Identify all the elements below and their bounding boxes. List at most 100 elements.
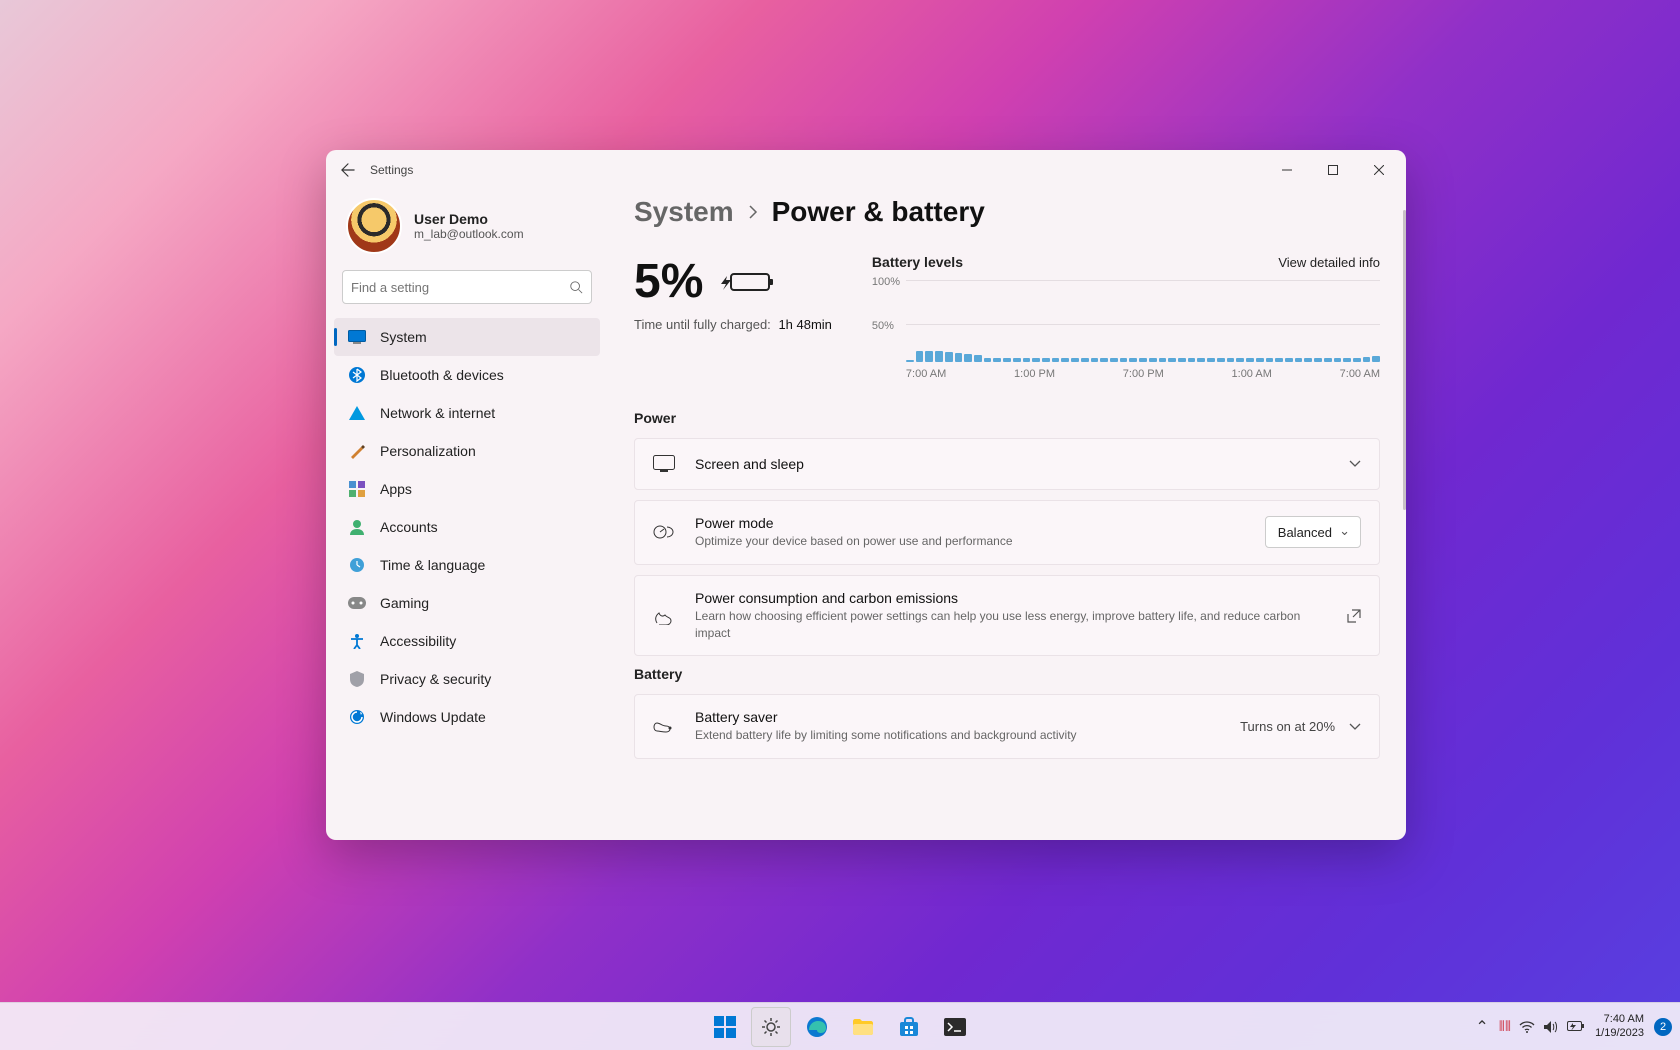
page-title: Power & battery	[772, 196, 985, 228]
card-screen-sleep[interactable]: Screen and sleep	[634, 438, 1380, 490]
sidebar-item-bluetooth[interactable]: Bluetooth & devices	[334, 356, 600, 394]
chart-bar	[1266, 358, 1274, 362]
chart-bar	[1314, 358, 1322, 362]
avatar	[346, 198, 402, 254]
sidebar-item-label: Time & language	[380, 557, 485, 573]
user-email: m_lab@outlook.com	[414, 227, 524, 241]
sidebar-item-personalization[interactable]: Personalization	[334, 432, 600, 470]
sidebar-item-label: Personalization	[380, 443, 476, 459]
battery-percent: 5%	[634, 254, 703, 309]
system-icon	[348, 328, 366, 346]
chart-bar	[1178, 358, 1186, 362]
main-content: System Power & battery 5% Time	[608, 190, 1406, 840]
taskbar: ⌃ ⦀⦀ 7:40 AM 1/19/2023 2	[0, 1002, 1680, 1050]
chart-bar	[1246, 358, 1254, 362]
folder-icon	[852, 1018, 874, 1036]
tray-overflow[interactable]: ⌃	[1475, 1017, 1488, 1037]
chart-bar	[1275, 358, 1283, 362]
taskbar-terminal[interactable]	[935, 1007, 975, 1047]
personalization-icon	[348, 442, 366, 460]
chart-bar	[1324, 358, 1332, 362]
sidebar-item-accessibility[interactable]: Accessibility	[334, 622, 600, 660]
windows-icon	[714, 1016, 736, 1038]
x-tick: 7:00 AM	[906, 368, 946, 380]
window-body: User Demo m_lab@outlook.com System Bluet…	[326, 190, 1406, 840]
chart-bars	[906, 280, 1380, 362]
wifi-icon[interactable]	[1519, 1021, 1535, 1033]
card-power-mode[interactable]: Power mode Optimize your device based on…	[634, 500, 1380, 565]
sidebar-item-apps[interactable]: Apps	[334, 470, 600, 508]
back-button[interactable]	[330, 152, 366, 188]
taskbar-store[interactable]	[889, 1007, 929, 1047]
maximize-icon	[1328, 165, 1338, 175]
charge-time-row: Time until fully charged: 1h 48min	[634, 317, 832, 332]
x-tick: 1:00 PM	[1014, 368, 1055, 380]
sidebar-item-time[interactable]: Time & language	[334, 546, 600, 584]
sidebar-item-label: Accounts	[380, 519, 438, 535]
taskbar-settings[interactable]	[751, 1007, 791, 1047]
sidebar-item-accounts[interactable]: Accounts	[334, 508, 600, 546]
breadcrumb-parent[interactable]: System	[634, 196, 734, 228]
maximize-button[interactable]	[1310, 150, 1356, 190]
chart-detail-link[interactable]: View detailed info	[1278, 255, 1380, 270]
arrow-left-icon	[341, 163, 355, 177]
screen-sleep-icon	[653, 453, 675, 475]
chart-bar	[1042, 358, 1050, 362]
notification-badge[interactable]: 2	[1654, 1018, 1672, 1036]
taskbar-edge[interactable]	[797, 1007, 837, 1047]
search-input[interactable]	[351, 280, 569, 295]
card-carbon-emissions[interactable]: Power consumption and carbon emissions L…	[634, 575, 1380, 657]
sidebar-item-system[interactable]: System	[334, 318, 600, 356]
minimize-icon	[1282, 165, 1292, 175]
power-mode-select[interactable]: Balanced	[1265, 516, 1361, 548]
chart-bar	[906, 360, 914, 362]
battery-saver-status: Turns on at 20%	[1240, 719, 1335, 734]
chart-bar	[1236, 358, 1244, 362]
section-power: Power	[634, 410, 1380, 426]
tray-clock[interactable]: 7:40 AM 1/19/2023	[1595, 1013, 1644, 1039]
sidebar: User Demo m_lab@outlook.com System Bluet…	[326, 190, 608, 840]
time-icon	[348, 556, 366, 574]
tray-icons[interactable]: ⦀⦀	[1499, 1018, 1585, 1035]
search-icon	[569, 280, 583, 294]
chevron-right-icon	[748, 205, 758, 219]
sidebar-item-update[interactable]: Windows Update	[334, 698, 600, 736]
accessibility-icon	[348, 632, 366, 650]
charge-time-label: Time until fully charged:	[634, 317, 771, 332]
battery-tray-icon[interactable]	[1567, 1021, 1585, 1033]
gear-icon	[760, 1016, 782, 1038]
search-box[interactable]	[342, 270, 592, 304]
chart-bar	[1091, 358, 1099, 362]
card-title: Battery saver	[695, 709, 1220, 725]
apps-icon	[348, 480, 366, 498]
sidebar-item-privacy[interactable]: Privacy & security	[334, 660, 600, 698]
taskbar-explorer[interactable]	[843, 1007, 883, 1047]
tray-app-icon[interactable]: ⦀⦀	[1499, 1018, 1511, 1035]
tray-date: 1/19/2023	[1595, 1027, 1644, 1040]
scrollbar-thumb[interactable]	[1403, 210, 1406, 510]
chart-bar	[1197, 358, 1205, 362]
chart-bar	[1013, 358, 1021, 362]
update-icon	[348, 708, 366, 726]
tray-time: 7:40 AM	[1595, 1013, 1644, 1026]
chart-bar	[1023, 358, 1031, 362]
x-axis-labels: 7:00 AM 1:00 PM 7:00 PM 1:00 AM 7:00 AM	[906, 368, 1380, 380]
user-panel[interactable]: User Demo m_lab@outlook.com	[334, 190, 600, 270]
card-title: Power mode	[695, 515, 1245, 531]
card-battery-saver[interactable]: Battery saver Extend battery life by lim…	[634, 694, 1380, 759]
window-controls	[1264, 150, 1402, 190]
close-button[interactable]	[1356, 150, 1402, 190]
chart-bar	[1081, 358, 1089, 362]
minimize-button[interactable]	[1264, 150, 1310, 190]
start-button[interactable]	[705, 1007, 745, 1047]
sidebar-item-gaming[interactable]: Gaming	[334, 584, 600, 622]
volume-icon[interactable]	[1543, 1020, 1559, 1034]
power-mode-icon	[653, 521, 675, 543]
chart-bar	[935, 351, 943, 362]
sidebar-item-label: System	[380, 329, 427, 345]
sidebar-item-label: Bluetooth & devices	[380, 367, 504, 383]
sidebar-item-network[interactable]: Network & internet	[334, 394, 600, 432]
chart-bar	[1120, 358, 1128, 362]
card-title: Screen and sleep	[695, 456, 1329, 472]
card-subtitle: Optimize your device based on power use …	[695, 533, 1245, 550]
